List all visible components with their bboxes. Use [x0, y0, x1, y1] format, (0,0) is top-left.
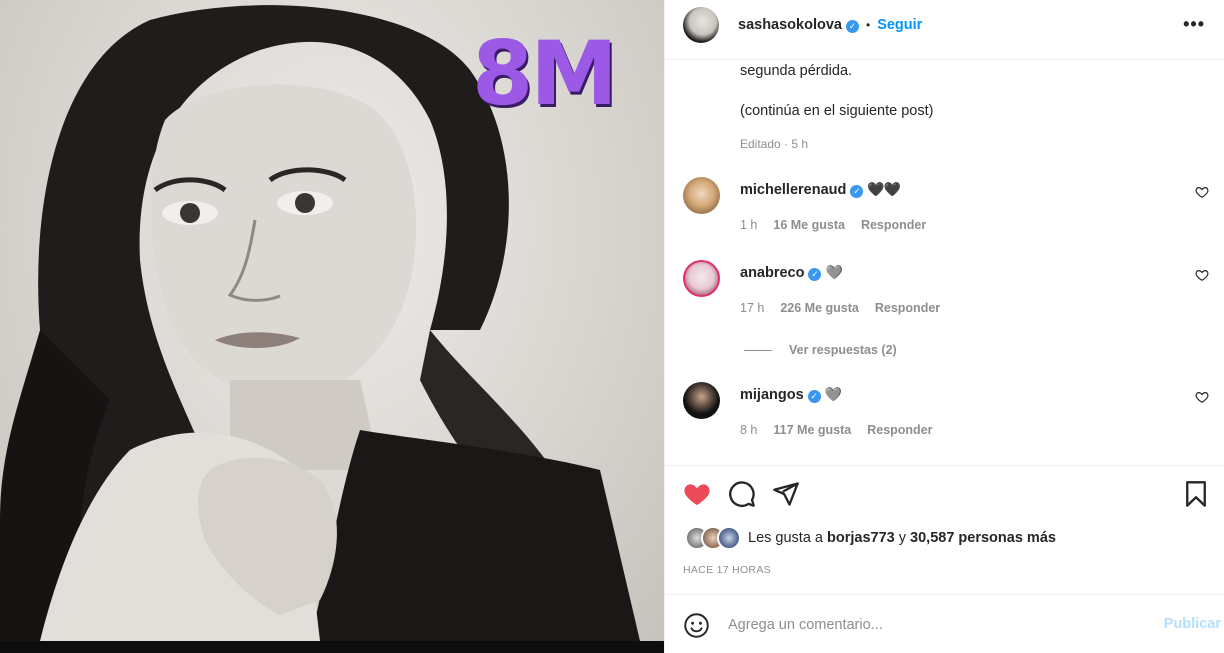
- publish-button[interactable]: Publicar: [1164, 616, 1221, 632]
- liker-avatar: [717, 526, 741, 550]
- edited-label: Editado · 5 h: [740, 137, 809, 151]
- comment-icon[interactable]: [728, 480, 756, 508]
- verified-icon: ✓: [850, 185, 864, 198]
- author-avatar[interactable]: [683, 6, 719, 43]
- more-icon[interactable]: •••: [1183, 14, 1205, 35]
- comment-item: michellerenaud ✓ 🖤🖤 1 h 16 Me gusta Respon…: [683, 177, 1209, 237]
- comment-likes[interactable]: 117 Me gusta: [773, 423, 851, 437]
- view-replies-button[interactable]: Ver respuestas (2): [744, 343, 897, 357]
- reply-button[interactable]: Responder: [875, 301, 940, 315]
- media-bottom-bar: [0, 641, 664, 653]
- likes-others-link[interactable]: 30,587 personas más: [910, 530, 1056, 546]
- heart-icon[interactable]: [683, 480, 711, 508]
- verified-icon: ✓: [807, 390, 821, 403]
- commenter-avatar[interactable]: [683, 382, 720, 419]
- caption-line: segunda pérdida.: [740, 63, 853, 79]
- reply-button[interactable]: Responder: [867, 423, 932, 437]
- comment-meta: 8 h 117 Me gusta Responder: [740, 423, 933, 437]
- comment-username[interactable]: mijangos ✓ 🩶: [740, 386, 842, 403]
- likes-connector: y: [898, 530, 907, 546]
- commenter-avatar[interactable]: [683, 177, 720, 214]
- likes-summary: Les gusta a borjas773 y 30,587 personas …: [685, 526, 1056, 550]
- commenter-avatar[interactable]: [683, 260, 720, 297]
- bookmark-icon[interactable]: [1182, 480, 1210, 508]
- comment-username[interactable]: anabreco ✓ 🩶: [740, 264, 843, 281]
- post-caption: segunda pérdida. (continúa en el siguien…: [740, 62, 933, 142]
- comment-time[interactable]: 8 h: [740, 423, 757, 437]
- comment-meta: 1 h 16 Me gusta Responder: [740, 218, 926, 232]
- comment-username[interactable]: michellerenaud ✓ 🖤🖤: [740, 181, 901, 198]
- comment-text: 🖤🖤: [867, 181, 901, 197]
- comment-time[interactable]: 17 h: [740, 301, 764, 315]
- post-photo: 8M: [0, 0, 664, 641]
- comment-input[interactable]: [728, 613, 1128, 637]
- badge-8m: 8M: [472, 22, 618, 125]
- heart-icon[interactable]: [1195, 185, 1209, 199]
- add-comment-bar: Publicar: [665, 594, 1224, 653]
- section-divider: [665, 465, 1224, 466]
- comment-likes[interactable]: 16 Me gusta: [773, 218, 845, 232]
- post-header: sashasokolova ✓ • Seguir •••: [665, 0, 1224, 60]
- comment-meta: 17 h 226 Me gusta Responder: [740, 301, 940, 315]
- caption-line: (continúa en el siguiente post): [740, 103, 934, 119]
- comment-text: 🩶: [825, 264, 842, 280]
- heart-icon[interactable]: [1195, 268, 1209, 282]
- replies-line: [744, 349, 772, 351]
- likes-text: Les gusta a borjas773 y 30,587 personas …: [748, 530, 1056, 546]
- verified-icon: ✓: [808, 268, 822, 281]
- share-icon[interactable]: [772, 480, 800, 508]
- comment-likes[interactable]: 226 Me gusta: [780, 301, 859, 315]
- comment-text: 🩶: [824, 386, 842, 402]
- comment-time[interactable]: 1 h: [740, 218, 757, 232]
- emoji-icon[interactable]: [683, 612, 710, 639]
- post-actions: [683, 480, 1210, 510]
- post-media[interactable]: 8M: [0, 0, 664, 653]
- verified-icon: ✓: [845, 19, 859, 33]
- likes-user-link[interactable]: borjas773: [827, 530, 895, 546]
- view-replies-label: Ver respuestas (2): [789, 343, 897, 357]
- heart-icon[interactable]: [1195, 390, 1209, 404]
- post-info-panel: sashasokolova ✓ • Seguir ••• segunda pérd…: [664, 0, 1224, 653]
- reply-button[interactable]: Responder: [861, 218, 926, 232]
- header-separator: •: [865, 17, 871, 32]
- comment-item: mijangos ✓ 🩶 8 h 117 Me gusta Responder: [683, 382, 1209, 442]
- comment-item: anabreco ✓ 🩶 17 h 226 Me gusta Responder: [683, 260, 1209, 320]
- follow-button[interactable]: Seguir: [877, 17, 922, 33]
- author-username[interactable]: sashasokolova ✓: [738, 17, 859, 33]
- likes-prefix: Les gusta a: [748, 530, 823, 546]
- liker-avatars[interactable]: [685, 526, 743, 550]
- post-timestamp[interactable]: Hace 17 horas: [683, 564, 771, 576]
